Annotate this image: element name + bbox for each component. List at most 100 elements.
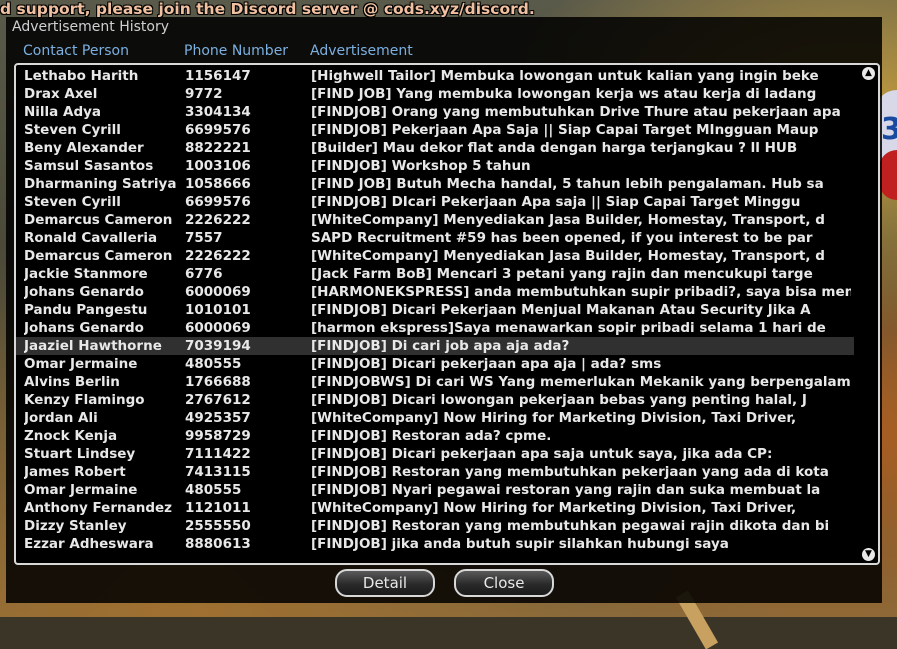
table-row[interactable]: Nilla Adya 3304134 [FINDJOB] Orang yang me… <box>16 103 854 121</box>
contact-cell: Johans Genardo <box>24 284 144 300</box>
advertisement-cell: [FINDJOB] Dicari Pekerjaan Menjual Makan… <box>311 302 811 318</box>
contact-cell: Jordan Ali <box>24 410 98 426</box>
contact-cell: Jaaziel Hawthorne <box>24 338 162 354</box>
advertisement-cell: [WhiteCompany] Menyediakan Jasa Builder,… <box>311 212 825 228</box>
advertisement-cell: [WhiteCompany] Now Hiring for Marketing … <box>311 500 797 516</box>
phone-cell: 6776 <box>185 266 223 282</box>
table-row[interactable]: Demarcus Cameron 2226222 [WhiteCompany] Me… <box>16 211 854 229</box>
table-row[interactable]: Drax Axel 9772 [FIND JOB] Yang membuka low… <box>16 85 854 103</box>
phone-cell: 9772 <box>185 86 223 102</box>
advertisement-cell: [FINDJOB] Restoran yang membutuhkan peke… <box>311 464 829 480</box>
phone-cell: 7111422 <box>185 446 251 462</box>
contact-cell: Johans Genardo <box>24 320 144 336</box>
dialog-title: Advertisement History <box>12 19 170 35</box>
phone-cell: 7039194 <box>185 338 251 354</box>
contact-cell: Samsul Sasantos <box>24 158 154 174</box>
contact-cell: Jackie Stanmore <box>24 266 148 282</box>
table-row[interactable]: Jackie Stanmore 6776 [Jack Farm BoB] Menca… <box>16 265 854 283</box>
table-row[interactable]: Steven Cyrill 6699576 [FINDJOB] DIcari Pek… <box>16 193 854 211</box>
table-row[interactable]: Omar Jermaine 480555 [FINDJOB] Nyari pegaw… <box>16 481 854 499</box>
advertisement-cell: [harmon ekspress]Saya menawarkan sopir p… <box>311 320 826 336</box>
arrow-down-icon[interactable]: ▼ <box>862 548 875 561</box>
table-row[interactable]: Dizzy Stanley 2555550 [FINDJOB] Restoran y… <box>16 517 854 535</box>
contact-cell: Demarcus Cameron <box>24 212 173 228</box>
contact-cell: Ezzar Adheswara <box>24 536 154 552</box>
advertisement-cell: [FINDJOB] Workshop 5 tahun <box>311 158 531 174</box>
contact-cell: Omar Jermaine <box>24 482 138 498</box>
contact-cell: Dharmaning Satriya <box>24 176 177 192</box>
phone-cell: 1156147 <box>185 68 251 84</box>
contact-cell: Steven Cyrill <box>24 122 121 138</box>
table-row[interactable]: Pandu Pangestu 1010101 [FINDJOB] Dicari Pe… <box>16 301 854 319</box>
table-row[interactable]: James Robert 7413115 [FINDJOB] Restoran ya… <box>16 463 854 481</box>
contact-cell: Anthony Fernandez <box>24 500 173 516</box>
table-row[interactable]: Kenzy Flamingo 2767612 [FINDJOB] Dicari lo… <box>16 391 854 409</box>
contact-cell: Alvins Berlin <box>24 374 120 390</box>
table-row[interactable]: Jordan Ali 4925357 [WhiteCompany] Now Hiri… <box>16 409 854 427</box>
phone-cell: 1010101 <box>185 302 251 318</box>
phone-cell: 7557 <box>185 230 223 246</box>
table-row[interactable]: Omar Jermaine 480555 [FINDJOB] Dicari peke… <box>16 355 854 373</box>
contact-cell: Ronald Cavalleria <box>24 230 158 246</box>
contact-cell: Znock Kenja <box>24 428 118 444</box>
contact-cell: Omar Jermaine <box>24 356 138 372</box>
advertisement-cell: [FINDJOB] Orang yang membutuhkan Drive T… <box>311 104 841 120</box>
contact-cell: Nilla Adya <box>24 104 102 120</box>
contact-cell: Kenzy Flamingo <box>24 392 145 408</box>
advertisement-cell: [WhiteCompany] Now Hiring for Marketing … <box>311 410 797 426</box>
scrollbar[interactable]: ▲ ▼ <box>862 67 876 561</box>
advertisement-cell: [FINDJOB] Restoran yang membutuhkan pega… <box>311 518 830 534</box>
phone-cell: 6000069 <box>185 320 251 336</box>
phone-cell: 6699576 <box>185 122 251 138</box>
phone-cell: 1121011 <box>185 500 251 516</box>
table-row[interactable]: Alvins Berlin 1766688 [FINDJOBWS] Di cari … <box>16 373 854 391</box>
table-row[interactable]: Stuart Lindsey 7111422 [FINDJOB] Dicari pe… <box>16 445 854 463</box>
phone-cell: 480555 <box>185 482 242 498</box>
table-row[interactable]: Dharmaning Satriya 1058666 [FIND JOB] Butu… <box>16 175 854 193</box>
advertisement-cell: [FINDJOB] Dicari pekerjaan apa saja untu… <box>311 446 773 462</box>
server-message: d support, please join the Discord serve… <box>0 0 535 18</box>
detail-button[interactable]: Detail <box>335 569 435 597</box>
phone-cell: 8880613 <box>185 536 251 552</box>
table-row[interactable]: Johans Genardo 6000069 [harmon ekspress]Sa… <box>16 319 854 337</box>
table-row[interactable]: Beny Alexander 8822221 [Builder] Mau dekor… <box>16 139 854 157</box>
table-row[interactable]: Samsul Sasantos 1003106 [FINDJOB] Workshop… <box>16 157 854 175</box>
contact-cell: Pandu Pangestu <box>24 302 148 318</box>
column-header-contact: Contact Person <box>23 43 129 59</box>
phone-cell: 1766688 <box>185 374 251 390</box>
advertisement-cell: [WhiteCompany] Menyediakan Jasa Builder,… <box>311 248 825 264</box>
contact-cell: Beny Alexander <box>24 140 144 156</box>
close-button[interactable]: Close <box>454 569 554 597</box>
contact-cell: Lethabo Harith <box>24 68 139 84</box>
table-row[interactable]: Ronald Cavalleria 7557 SAPD Recruitment #5… <box>16 229 854 247</box>
advertisement-cell: [FINDJOB] jika anda butuh supir silahkan… <box>311 536 729 552</box>
advertisement-cell: SAPD Recruitment #59 has been opened, if… <box>311 230 813 246</box>
table-row[interactable]: Jaaziel Hawthorne 7039194 [FINDJOB] Di car… <box>16 337 854 355</box>
advertisement-cell: [FIND JOB] Butuh Mecha handal, 5 tahun l… <box>311 176 824 192</box>
contact-cell: Dizzy Stanley <box>24 518 127 534</box>
advertisement-cell: [FINDJOB] Dicari pekerjaan apa aja | ada… <box>311 356 662 372</box>
phone-cell: 8822221 <box>185 140 251 156</box>
phone-cell: 2226222 <box>185 212 251 228</box>
phone-cell: 480555 <box>185 356 242 372</box>
arrow-up-icon[interactable]: ▲ <box>862 67 875 80</box>
contact-cell: James Robert <box>24 464 126 480</box>
table-row[interactable]: Lethabo Harith 1156147 [Highwell Tailor] M… <box>16 67 854 85</box>
advertisement-cell: [FINDJOB] Nyari pegawai restoran yang ra… <box>311 482 821 498</box>
table-row[interactable]: Demarcus Cameron 2226222 [WhiteCompany] Me… <box>16 247 854 265</box>
phone-cell: 7413115 <box>185 464 251 480</box>
advertisement-cell: [Builder] Mau dekor flat anda dengan har… <box>311 140 798 156</box>
table-row[interactable]: Anthony Fernandez 1121011 [WhiteCompany] N… <box>16 499 854 517</box>
table-row[interactable]: Znock Kenja 9958729 [FINDJOB] Restoran ada… <box>16 427 854 445</box>
list-rows: Lethabo Harith 1156147 [Highwell Tailor] M… <box>16 67 854 553</box>
advertisement-list[interactable]: Lethabo Harith 1156147 [Highwell Tailor] M… <box>14 63 880 565</box>
table-row[interactable]: Ezzar Adheswara 8880613 [FINDJOB] jika and… <box>16 535 854 553</box>
phone-cell: 1058666 <box>185 176 251 192</box>
phone-cell: 2226222 <box>185 248 251 264</box>
advertisement-cell: [HARMONEKSPRESS] anda membutuhkan supir … <box>311 284 851 300</box>
table-row[interactable]: Steven Cyrill 6699576 [FINDJOB] Pekerjaan … <box>16 121 854 139</box>
advertisement-history-dialog: Advertisement History Contact Person Pho… <box>6 17 882 603</box>
table-row[interactable]: Johans Genardo 6000069 [HARMONEKSPRESS] an… <box>16 283 854 301</box>
contact-cell: Steven Cyrill <box>24 194 121 210</box>
advertisement-cell: [FINDJOB] Restoran ada? cpme. <box>311 428 552 444</box>
